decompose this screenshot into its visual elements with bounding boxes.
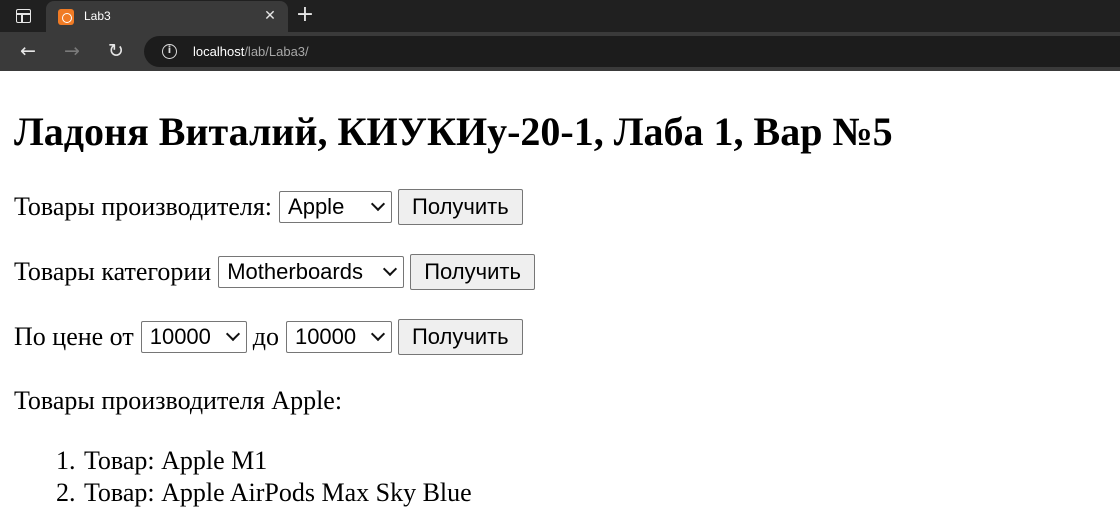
- site-info-icon[interactable]: i: [162, 44, 177, 59]
- price-from-select-value: 10000: [149, 324, 211, 349]
- price-to-label: до: [252, 322, 279, 351]
- category-form: Товары категории Motherboards Получить: [14, 254, 535, 290]
- price-to-select-value: 10000: [294, 324, 357, 349]
- price-submit-button[interactable]: Получить: [397, 319, 523, 355]
- chevron-down-icon: [225, 326, 240, 342]
- category-submit-button[interactable]: Получить: [410, 254, 535, 290]
- category-select[interactable]: Motherboards: [218, 256, 405, 288]
- address-bar[interactable]: i localhost/lab/Laba3/: [144, 36, 1120, 67]
- manufacturer-form: Товары производителя: Apple Получить: [14, 189, 523, 225]
- price-form: По цене от 10000 до 10000 Получить: [14, 319, 523, 355]
- category-select-value: Motherboards: [227, 259, 363, 284]
- new-tab-icon[interactable]: +: [294, 4, 316, 26]
- list-item-text: Товар: Apple M1: [84, 446, 268, 475]
- url-path: /lab/Laba3/: [244, 44, 309, 59]
- manufacturer-label: Товары производителя:: [14, 192, 273, 221]
- xampp-favicon-icon: [58, 9, 74, 25]
- price-from-label: По цене от: [14, 322, 134, 351]
- list-item-text: Товар: Apple AirPods Max Sky Blue: [84, 478, 472, 507]
- category-label: Товары категории: [14, 257, 212, 286]
- list-item: 2. Товар: Apple AirPods Max Sky Blue: [56, 477, 472, 509]
- url-host: localhost: [193, 44, 245, 59]
- tab-actions-icon[interactable]: [16, 9, 31, 23]
- forward-arrow-icon[interactable]: →: [61, 41, 83, 63]
- manufacturer-select[interactable]: Apple: [279, 191, 393, 223]
- reload-icon[interactable]: ↻: [105, 41, 127, 63]
- list-item-number: 1.: [56, 446, 76, 475]
- manufacturer-select-value: Apple: [288, 194, 345, 219]
- results-title: Товары производителя Apple:: [14, 386, 343, 415]
- url-text[interactable]: localhost/lab/Laba3/: [193, 44, 309, 59]
- close-tab-icon[interactable]: ✕: [262, 7, 278, 25]
- browser-tab-bar: Lab3 ✕ +: [0, 0, 1120, 32]
- back-arrow-icon[interactable]: ←: [17, 41, 39, 63]
- price-to-select[interactable]: 10000: [285, 321, 392, 353]
- results-list: 1. Товар: Apple M1 2. Товар: Apple AirPo…: [56, 445, 472, 509]
- page-title: Ладоня Виталий, КИУКИу-20-1, Лаба 1, Вар…: [14, 109, 893, 154]
- chevron-down-icon: [370, 326, 386, 342]
- list-item-number: 2.: [56, 478, 76, 507]
- manufacturer-submit-button[interactable]: Получить: [398, 189, 523, 225]
- browser-toolbar: ← → ↻ i localhost/lab/Laba3/: [0, 32, 1120, 71]
- tab-title: Lab3: [84, 9, 111, 23]
- list-item: 1. Товар: Apple M1: [56, 445, 472, 477]
- price-from-select[interactable]: 10000: [140, 321, 247, 353]
- chevron-down-icon: [383, 261, 398, 277]
- chevron-down-icon: [370, 196, 386, 212]
- page-content: Ладоня Виталий, КИУКИу-20-1, Лаба 1, Вар…: [0, 71, 1120, 524]
- browser-tab[interactable]: Lab3 ✕: [46, 1, 288, 32]
